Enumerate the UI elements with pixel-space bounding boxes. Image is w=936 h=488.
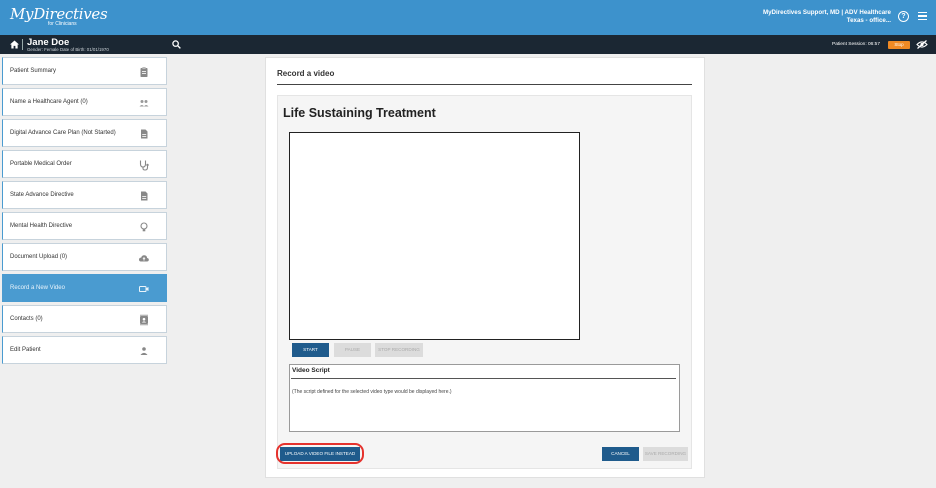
sidebar-item-edit-patient[interactable]: Edit Patient	[2, 336, 167, 364]
start-button[interactable]: START	[292, 343, 329, 357]
sidebar-item-document-upload[interactable]: Document Upload (0)	[2, 243, 167, 271]
save-recording-button[interactable]: SAVE RECORDING	[643, 447, 688, 461]
video-script-box	[289, 364, 680, 432]
sidebar-item-label: Name a Healthcare Agent (0)	[10, 99, 88, 105]
highlight-annotation	[276, 443, 364, 464]
app-logo-subtitle: for Clinicians	[48, 21, 77, 27]
sidebar-item-label: Edit Patient	[10, 347, 41, 353]
sidebar-item-patient-summary[interactable]: Patient Summary	[2, 57, 167, 85]
sidebar-item-state-advance-directive[interactable]: State Advance Directive	[2, 181, 167, 209]
user-account-name[interactable]: MyDirectives Support, MD | ADV Healthcar…	[763, 9, 891, 16]
cancel-button[interactable]: CANCEL	[602, 447, 639, 461]
video-preview	[289, 132, 580, 340]
sidebar-item-label: Portable Medical Order	[10, 161, 72, 167]
stethoscope-icon	[139, 160, 149, 171]
sidebar-item-digital-advance-care-plan[interactable]: Digital Advance Care Plan (Not Started)	[2, 119, 167, 147]
sidebar-item-label: Document Upload (0)	[10, 254, 68, 260]
hamburger-menu-icon[interactable]	[918, 12, 927, 22]
cloud-upload-icon	[138, 255, 149, 262]
stop-session-button[interactable]: Stop	[888, 41, 910, 49]
patient-bar-divider	[22, 39, 23, 50]
home-icon[interactable]	[10, 40, 19, 49]
lightbulb-icon	[140, 222, 148, 232]
document-icon	[141, 129, 148, 139]
sidebar-item-label: Contacts (0)	[10, 316, 43, 322]
person-icon	[140, 347, 148, 355]
title-divider	[277, 84, 692, 85]
patient-details: Gender: Female Date of Birth: 01/01/1970	[27, 47, 109, 52]
eye-off-icon[interactable]	[916, 40, 928, 49]
clipboard-icon	[140, 67, 148, 77]
sidebar-item-label: Record a New Video	[10, 285, 65, 291]
sidebar-item-healthcare-agent[interactable]: Name a Healthcare Agent (0)	[2, 88, 167, 116]
video-type-title: Life Sustaining Treatment	[283, 106, 436, 120]
people-icon	[139, 100, 149, 107]
sidebar-item-label: Digital Advance Care Plan (Not Started)	[10, 130, 116, 136]
video-script-divider	[291, 378, 676, 379]
stop-recording-button[interactable]: STOP RECORDING	[375, 343, 423, 357]
sidebar-item-portable-medical-order[interactable]: Portable Medical Order	[2, 150, 167, 178]
video-script-title: Video Script	[292, 367, 330, 374]
page-title: Record a video	[277, 69, 335, 78]
sidebar-item-mental-health-directive[interactable]: Mental Health Directive	[2, 212, 167, 240]
pause-button[interactable]: PAUSE	[334, 343, 371, 357]
sidebar-item-contacts[interactable]: Contacts (0)	[2, 305, 167, 333]
help-icon[interactable]: ?	[898, 11, 909, 22]
sidebar-item-label: Mental Health Directive	[10, 223, 73, 229]
video-script-text: (The script defined for the selected vid…	[292, 389, 452, 395]
user-account-location[interactable]: Texas - office...	[847, 17, 891, 24]
search-icon[interactable]	[172, 40, 181, 49]
top-bar	[0, 0, 936, 35]
patient-bar	[0, 35, 936, 54]
patient-session-timer: Patient Session: 06:57	[832, 42, 881, 47]
sidebar-item-record-new-video[interactable]: Record a New Video	[2, 274, 167, 302]
sidebar-item-label: Patient Summary	[10, 68, 57, 74]
contacts-icon	[140, 314, 148, 326]
sidebar-item-label: State Advance Directive	[10, 192, 74, 198]
document-icon	[141, 191, 148, 201]
video-camera-icon	[139, 286, 149, 292]
